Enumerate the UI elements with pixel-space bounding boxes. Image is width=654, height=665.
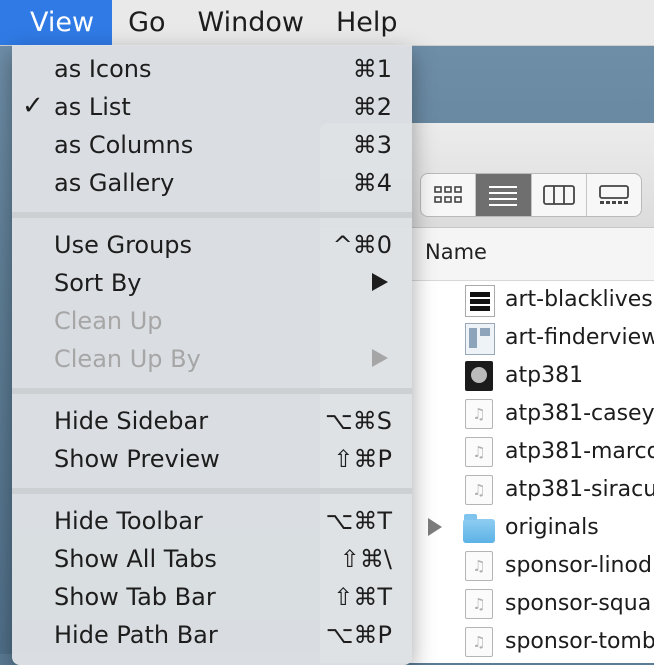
menu-item-label: as Columns bbox=[54, 131, 194, 159]
screenshot-image-icon bbox=[465, 323, 495, 355]
menu-item-shortcut: ⌘1 bbox=[352, 55, 392, 83]
menu-item-label: as Gallery bbox=[54, 169, 175, 197]
submenu-arrow-icon bbox=[372, 349, 388, 367]
menu-item-shortcut: ⇧⌘\ bbox=[339, 545, 392, 573]
file-name: sponsor-linod bbox=[505, 553, 652, 578]
audio-file-icon: ♫ bbox=[465, 627, 493, 657]
menu-item-hide-toolbar[interactable]: Hide Toolbar ⌥⌘T bbox=[12, 503, 412, 541]
view-mode-segmented-control bbox=[420, 173, 642, 217]
menu-item-shortcut: ⌘2 bbox=[352, 93, 392, 121]
menu-view[interactable]: View bbox=[0, 0, 113, 45]
menu-separator bbox=[12, 388, 412, 394]
disclosure-triangle-icon[interactable] bbox=[428, 518, 442, 536]
column-view-button[interactable] bbox=[532, 174, 587, 216]
menu-item-sort-by[interactable]: Sort By bbox=[12, 265, 412, 303]
menu-item-as-gallery[interactable]: as Gallery ⌘4 bbox=[12, 165, 412, 203]
menu-item-shortcut: ⌥⌘S bbox=[325, 407, 392, 435]
menu-item-show-preview[interactable]: Show Preview ⇧⌘P bbox=[12, 441, 412, 479]
menu-item-shortcut: ^⌘0 bbox=[332, 231, 392, 259]
audio-file-icon: ♫ bbox=[465, 437, 493, 467]
menu-item-label: as List bbox=[54, 93, 131, 121]
menu-item-as-icons[interactable]: as Icons ⌘1 bbox=[12, 51, 412, 89]
menu-item-label: Show All Tabs bbox=[54, 545, 217, 573]
menu-go[interactable]: Go bbox=[112, 0, 181, 45]
menu-help[interactable]: Help bbox=[320, 0, 414, 45]
menu-item-clean-up-by: Clean Up By bbox=[12, 341, 412, 379]
column-view-icon bbox=[542, 185, 575, 205]
menu-item-label: Hide Path Bar bbox=[54, 621, 218, 649]
file-name: art-finderview bbox=[505, 325, 654, 350]
menu-item-label: Show Preview bbox=[54, 445, 220, 473]
menu-item-show-tab-bar[interactable]: Show Tab Bar ⇧⌘T bbox=[12, 579, 412, 617]
menu-item-show-all-tabs[interactable]: Show All Tabs ⇧⌘\ bbox=[12, 541, 412, 579]
gallery-view-button[interactable] bbox=[587, 174, 641, 216]
menu-item-hide-sidebar[interactable]: Hide Sidebar ⌥⌘S bbox=[12, 403, 412, 441]
menu-separator bbox=[12, 212, 412, 218]
menu-item-shortcut: ⌘4 bbox=[352, 169, 392, 197]
file-name: sponsor-squa bbox=[505, 591, 652, 616]
submenu-arrow-icon bbox=[372, 273, 388, 291]
menu-item-shortcut: ⌥⌘P bbox=[325, 621, 392, 649]
menu-item-label: as Icons bbox=[54, 55, 152, 83]
view-menu-dropdown: as Icons ⌘1 ✓ as List ⌘2 as Columns ⌘3 a… bbox=[12, 45, 412, 665]
menu-item-shortcut: ⌘3 bbox=[352, 131, 392, 159]
list-view-button[interactable] bbox=[476, 174, 532, 216]
file-name: atp381 bbox=[505, 363, 584, 388]
menu-item-label: Clean Up bbox=[54, 307, 163, 335]
gallery-view-icon bbox=[598, 185, 629, 204]
name-column-label: Name bbox=[425, 240, 487, 264]
menu-item-label: Sort By bbox=[54, 269, 142, 297]
audio-file-icon: ♫ bbox=[465, 589, 493, 619]
checkmark-icon: ✓ bbox=[22, 91, 44, 121]
file-name: sponsor-tomb bbox=[505, 629, 654, 654]
menu-item-as-list[interactable]: ✓ as List ⌘2 bbox=[12, 89, 412, 127]
folder-icon bbox=[463, 514, 495, 543]
atp-artwork-icon bbox=[465, 361, 493, 391]
menu-item-shortcut: ⇧⌘T bbox=[333, 583, 392, 611]
file-name: originals bbox=[505, 515, 599, 540]
file-name: atp381-marco bbox=[505, 439, 654, 464]
audio-file-icon: ♫ bbox=[465, 475, 493, 505]
menu-item-label: Use Groups bbox=[54, 231, 193, 259]
menu-item-shortcut: ⇧⌘P bbox=[333, 445, 392, 473]
blm-image-icon bbox=[465, 285, 495, 317]
file-name: art-blacklives bbox=[505, 287, 653, 312]
menu-bar: View Go Window Help bbox=[0, 0, 654, 46]
file-name: atp381-casey bbox=[505, 401, 654, 426]
icon-view-button[interactable] bbox=[421, 174, 477, 216]
menu-item-as-columns[interactable]: as Columns ⌘3 bbox=[12, 127, 412, 165]
menu-separator bbox=[12, 488, 412, 494]
audio-file-icon: ♫ bbox=[465, 551, 493, 581]
menu-item-clean-up: Clean Up bbox=[12, 303, 412, 341]
menu-item-shortcut: ⌥⌘T bbox=[325, 507, 392, 535]
menu-item-label: Hide Toolbar bbox=[54, 507, 203, 535]
menu-item-hide-path-bar[interactable]: Hide Path Bar ⌥⌘P bbox=[12, 617, 412, 655]
menu-item-use-groups[interactable]: Use Groups ^⌘0 bbox=[12, 227, 412, 265]
file-name: atp381-siracu bbox=[505, 477, 654, 502]
menu-window[interactable]: Window bbox=[182, 0, 320, 45]
audio-file-icon: ♫ bbox=[465, 399, 493, 429]
menu-item-label: Show Tab Bar bbox=[54, 583, 216, 611]
menu-item-label: Clean Up By bbox=[54, 345, 201, 373]
icon-view-icon bbox=[434, 186, 462, 203]
menu-item-label: Hide Sidebar bbox=[54, 407, 209, 435]
list-view-icon bbox=[489, 186, 518, 206]
